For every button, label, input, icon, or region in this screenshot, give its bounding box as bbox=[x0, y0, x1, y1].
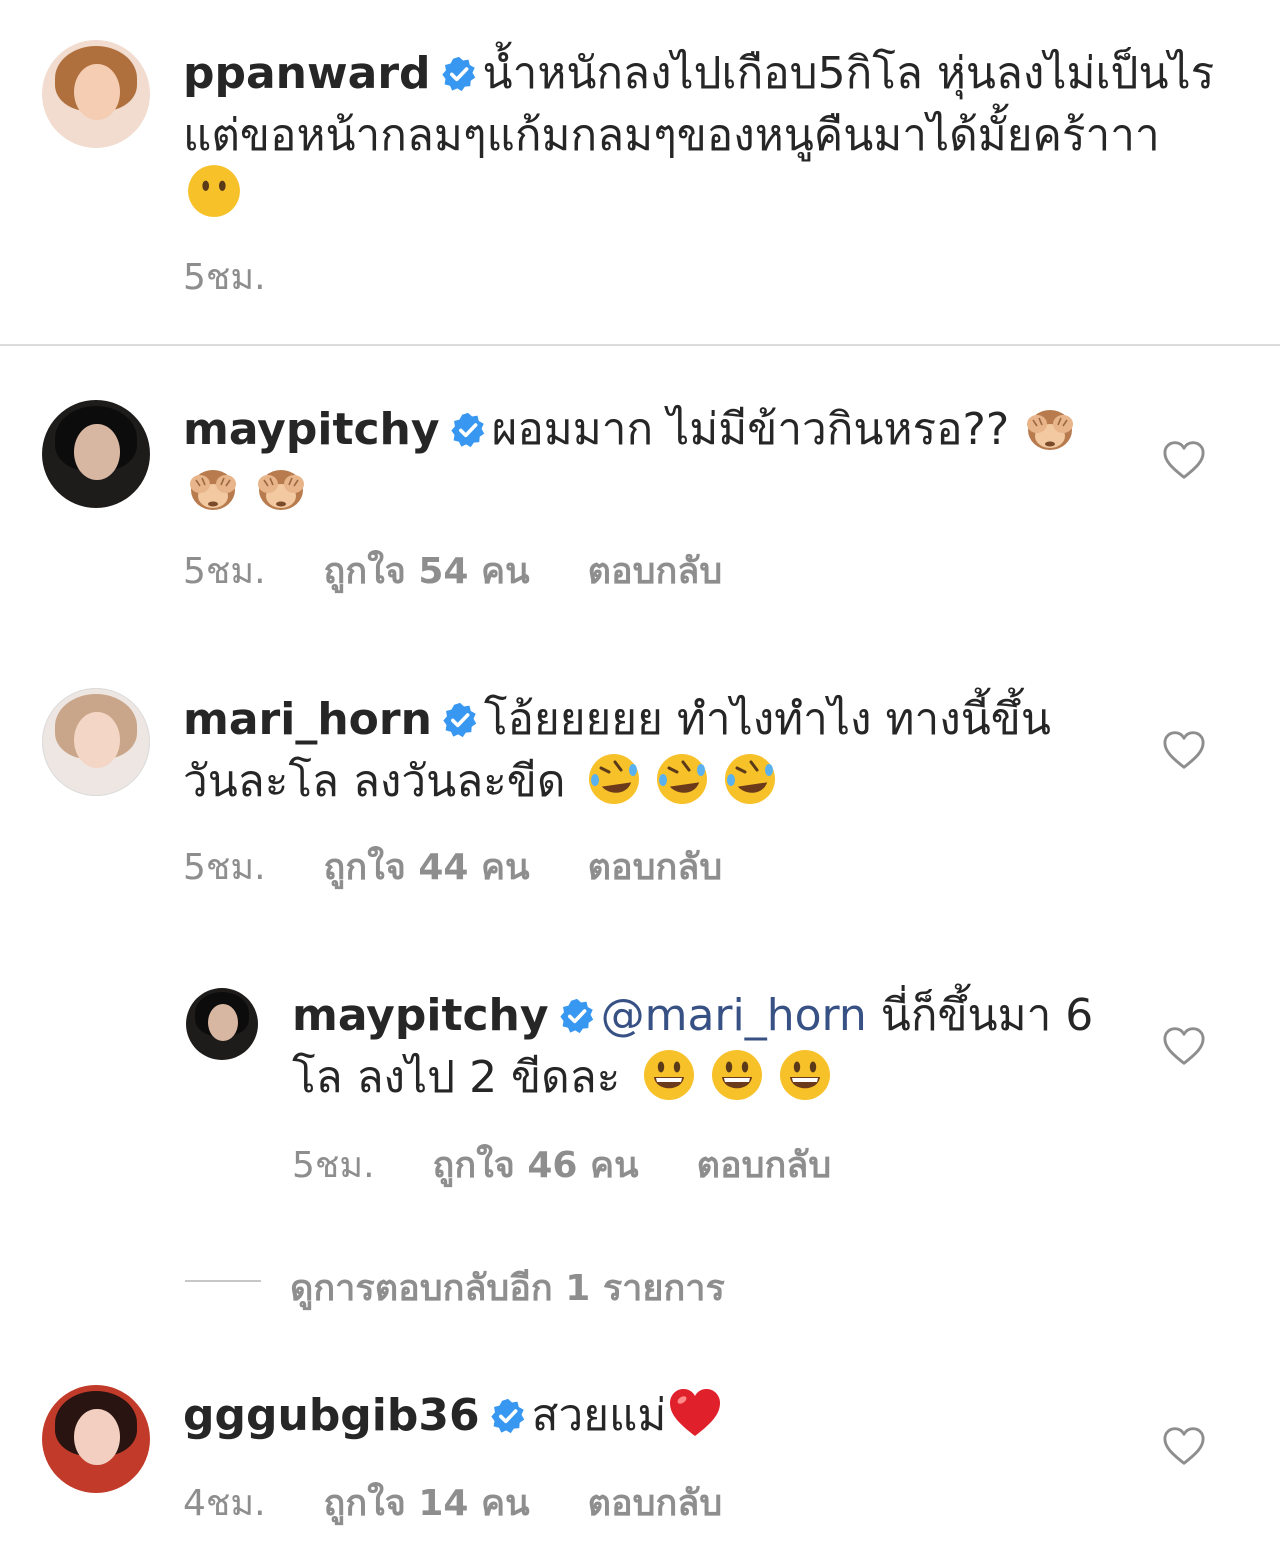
comment-meta: 5ชม. bbox=[183, 248, 324, 305]
see-no-evil-monkey-emoji-icon bbox=[1023, 400, 1077, 454]
reply-button[interactable]: ตอบกลับ bbox=[588, 1483, 723, 1524]
heart-icon[interactable] bbox=[1162, 1426, 1206, 1466]
timestamp: 5ชม. bbox=[183, 847, 266, 888]
comment-text: วันละโล ลงวันละขีด bbox=[183, 756, 566, 807]
username[interactable]: maypitchy bbox=[292, 990, 549, 1041]
heart-icon[interactable] bbox=[1162, 1026, 1206, 1066]
divider bbox=[0, 344, 1280, 346]
rofl-emoji-icon bbox=[655, 752, 709, 806]
smiley-emoji-icon bbox=[642, 1048, 696, 1102]
comment-meta: 5ชม. ถูกใจ 44 คน ตอบกลับ bbox=[183, 838, 780, 895]
likes-count[interactable]: ถูกใจ 44 คน bbox=[324, 847, 530, 888]
timestamp: 4ชม. bbox=[183, 1483, 266, 1524]
view-more-divider bbox=[185, 1280, 261, 1282]
likes-count[interactable]: ถูกใจ 46 คน bbox=[433, 1145, 639, 1186]
caption-text: น้ำหนักลงไปเกือบ5กิโล หุ่นลงไม่เป็นไร bbox=[482, 48, 1215, 99]
emoji-row bbox=[186, 460, 322, 514]
comment-line2: วันละโล ลงวันละขีด bbox=[183, 752, 791, 812]
comment-meta: 5ชม. ถูกใจ 54 คน ตอบกลับ bbox=[183, 542, 780, 599]
smiley-emoji-icon bbox=[710, 1048, 764, 1102]
comment-line1: mari_horn โอ้ยยยยย ทำไงทำไง ทางนี้ขึ้น bbox=[183, 690, 1051, 750]
see-no-evil-monkey-emoji-icon bbox=[186, 460, 240, 514]
likes-count[interactable]: ถูกใจ 14 คน bbox=[324, 1483, 530, 1524]
view-more-replies-button[interactable]: ดูการตอบกลับอีก 1 รายการ bbox=[290, 1259, 725, 1316]
caption-line1: ppanward น้ำหนักลงไปเกือบ5กิโล หุ่นลงไม่เ… bbox=[183, 44, 1214, 104]
username[interactable]: mari_horn bbox=[183, 694, 432, 745]
verified-badge-icon bbox=[559, 998, 595, 1034]
verified-badge-icon bbox=[441, 56, 477, 92]
timestamp: 5ชม. bbox=[183, 257, 266, 298]
caption-text: แต่ขอหน้ากลมๆแก้มกลมๆของหนูคืนมาได้มั้ยค… bbox=[183, 110, 1160, 161]
heart-icon[interactable] bbox=[1162, 730, 1206, 770]
comment-text: ผอมมาก ไม่มีข้าวกินหรอ?? bbox=[491, 404, 1010, 455]
comment-text: โล ลงไป 2 ขีดละ bbox=[292, 1052, 621, 1103]
comment-meta: 4ชม. ถูกใจ 14 คน ตอบกลับ bbox=[183, 1474, 780, 1531]
comment-line1: gggubgib36 สวยแม่ bbox=[183, 1386, 736, 1446]
heart-icon[interactable] bbox=[1162, 440, 1206, 480]
red-heart-emoji-icon bbox=[668, 1386, 722, 1440]
mention-link[interactable]: @mari_horn bbox=[601, 990, 867, 1041]
comment-text: สวยแม่ bbox=[531, 1390, 667, 1441]
verified-badge-icon bbox=[490, 1398, 526, 1434]
avatar[interactable] bbox=[42, 400, 150, 508]
comment-line1: maypitchy ผอมมาก ไม่มีข้าวกินหรอ?? bbox=[183, 400, 1091, 460]
see-no-evil-monkey-emoji-icon bbox=[254, 460, 308, 514]
username[interactable]: maypitchy bbox=[183, 404, 440, 455]
avatar[interactable] bbox=[42, 1385, 150, 1493]
username[interactable]: ppanward bbox=[183, 48, 431, 99]
verified-badge-icon bbox=[450, 412, 486, 448]
likes-count[interactable]: ถูกใจ 54 คน bbox=[324, 551, 530, 592]
reply-button[interactable]: ตอบกลับ bbox=[588, 847, 723, 888]
username[interactable]: gggubgib36 bbox=[183, 1390, 480, 1441]
reply-line1: maypitchy @mari_horn นี่ก็ขึ้นมา 6 bbox=[292, 986, 1093, 1046]
reply-button[interactable]: ตอบกลับ bbox=[697, 1145, 832, 1186]
smiley-emoji-icon bbox=[778, 1048, 832, 1102]
comment-meta: 5ชม. ถูกใจ 46 คน ตอบกลับ bbox=[292, 1136, 889, 1193]
comment-text: นี่ก็ขึ้นมา 6 bbox=[880, 990, 1094, 1041]
avatar[interactable] bbox=[186, 988, 258, 1060]
timestamp: 5ชม. bbox=[292, 1145, 375, 1186]
comment-text: โอ้ยยยยย ทำไงทำไง ทางนี้ขึ้น bbox=[483, 694, 1051, 745]
neutral-face-emoji-icon bbox=[186, 163, 242, 223]
rofl-emoji-icon bbox=[723, 752, 777, 806]
avatar[interactable] bbox=[42, 40, 150, 148]
reply-line2: โล ลงไป 2 ขีดละ bbox=[292, 1048, 846, 1108]
timestamp: 5ชม. bbox=[183, 551, 266, 592]
avatar[interactable] bbox=[42, 688, 150, 796]
verified-badge-icon bbox=[442, 702, 478, 738]
rofl-emoji-icon bbox=[587, 752, 641, 806]
reply-button[interactable]: ตอบกลับ bbox=[588, 551, 723, 592]
